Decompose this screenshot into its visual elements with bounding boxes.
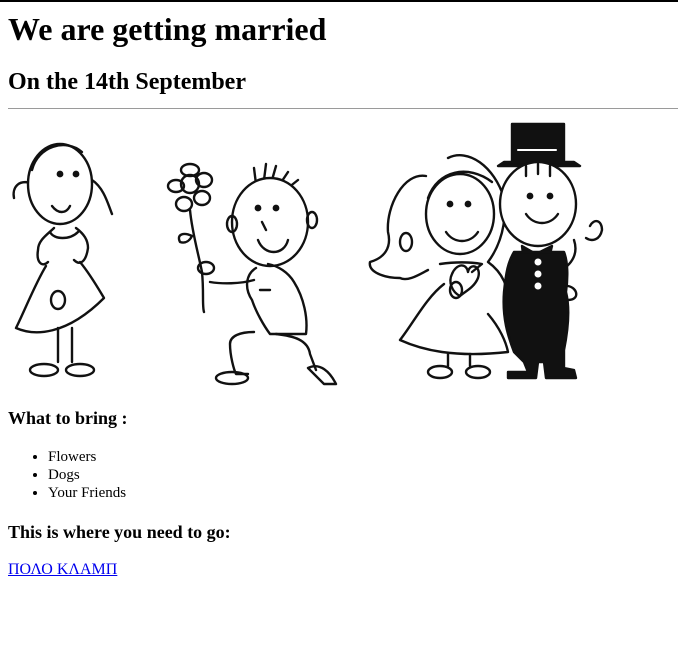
list-item: Flowers [48, 448, 126, 466]
kneeling-boy-with-flower-icon [166, 162, 338, 386]
bring-list: Flowers Dogs Your Friends [8, 448, 126, 502]
divider [8, 108, 678, 109]
top-border [0, 0, 678, 2]
location-heading: This is where you need to go: [8, 522, 231, 542]
bring-heading: What to bring : [8, 408, 128, 428]
wedding-date: On the 14th September [8, 69, 246, 95]
location-link[interactable]: ΠΟΛΟ ΚΛΑΜΠ [8, 561, 117, 579]
bride-and-groom-icon [368, 122, 604, 380]
list-item: Your Friends [48, 484, 126, 502]
page-title: We are getting married [8, 11, 327, 47]
wedding-illustration [12, 122, 604, 386]
girl-figure-icon [12, 142, 114, 378]
list-item: Dogs [48, 466, 126, 484]
